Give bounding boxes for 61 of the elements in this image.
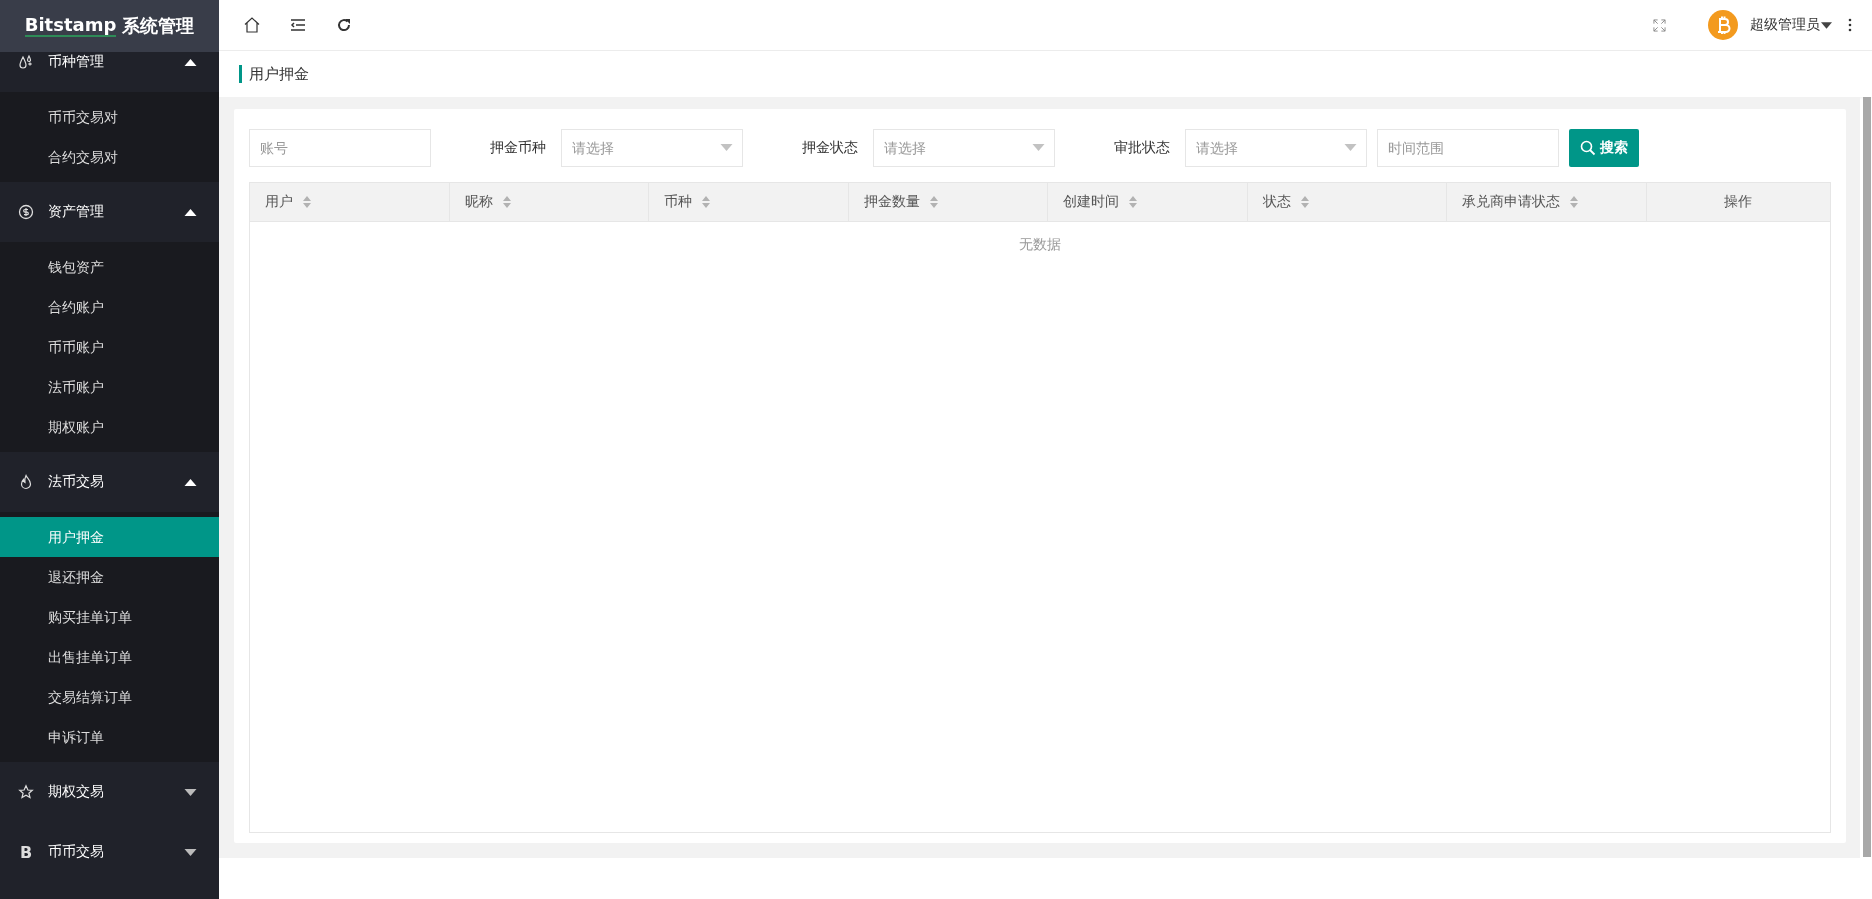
menu-item[interactable]: 钱包资产 (0, 247, 219, 287)
flame-icon (18, 474, 34, 490)
dollar-icon (18, 204, 34, 220)
drops-icon (18, 54, 34, 70)
fullscreen-icon[interactable] (1653, 18, 1666, 32)
menu-item[interactable]: 期权账户 (0, 407, 219, 447)
caret-down-icon (184, 848, 197, 856)
coin-icon (1708, 10, 1738, 40)
input-field[interactable]: 账号 (249, 129, 431, 167)
caret-down-icon (184, 788, 197, 796)
search-icon (1580, 140, 1596, 156)
caret-up-icon (184, 478, 197, 486)
filter-label: 押金币种 (489, 139, 547, 157)
column-header[interactable]: 用户 (250, 183, 450, 221)
menu-item[interactable]: 购买挂单订单 (0, 597, 219, 637)
column-header[interactable]: 昵称 (449, 183, 649, 221)
menu-item[interactable]: 币币账户 (0, 327, 219, 367)
sort-icon[interactable] (303, 196, 311, 208)
search-button[interactable]: 搜索 (1569, 129, 1639, 167)
sort-icon[interactable] (1570, 196, 1578, 208)
menu-item[interactable]: 交易结算订单 (0, 677, 219, 717)
letter-icon: B (18, 842, 34, 862)
logo-title: 系统管理 (122, 14, 195, 38)
menu-item[interactable]: 法币账户 (0, 367, 219, 407)
column-header[interactable]: 押金数量 (848, 183, 1048, 221)
column-header[interactable]: 创建时间 (1048, 183, 1248, 221)
menu-item[interactable]: 用户押金 (0, 517, 219, 557)
sort-icon[interactable] (502, 196, 511, 208)
column-header[interactable]: 承兑商申请状态 (1447, 183, 1647, 221)
caret-up-icon (184, 208, 197, 216)
column-header[interactable]: 币种 (649, 183, 849, 221)
select-field[interactable]: 请选择 (1185, 129, 1367, 167)
sort-icon[interactable] (1129, 196, 1137, 208)
menu-item[interactable]: 合约账户 (0, 287, 219, 327)
menu-item[interactable]: 退还押金 (0, 557, 219, 597)
star-icon (18, 784, 34, 800)
menu-item[interactable]: 合约交易对 (0, 137, 219, 177)
sort-icon[interactable] (702, 196, 710, 208)
home-icon[interactable] (243, 16, 261, 34)
empty-message: 无数据 (1018, 235, 1062, 254)
sort-icon[interactable] (1300, 196, 1309, 208)
input-field[interactable]: 时间范围 (1377, 129, 1559, 167)
more-icon[interactable] (1848, 18, 1852, 32)
select-field[interactable]: 请选择 (873, 129, 1055, 167)
sort-icon[interactable] (929, 196, 938, 208)
filter-label: 审批状态 (1113, 139, 1171, 157)
brand-logo: Bitstamp (24, 15, 117, 37)
menu-item[interactable]: 出售挂单订单 (0, 637, 219, 677)
refresh-icon[interactable] (335, 16, 353, 34)
menu-item[interactable]: 币币交易对 (0, 97, 219, 137)
user-menu[interactable]: 超级管理员 (1750, 16, 1820, 34)
page-title: 用户押金 (239, 65, 309, 83)
select-field[interactable]: 请选择 (561, 129, 743, 167)
filter-label: 押金状态 (801, 139, 859, 157)
menu-icon[interactable] (289, 16, 307, 34)
column-header: 操作 (1723, 192, 1754, 211)
scrollbar[interactable] (1863, 97, 1871, 857)
caret-down-icon[interactable] (1821, 21, 1832, 29)
caret-up-icon (184, 58, 197, 66)
column-header[interactable]: 状态 (1247, 183, 1447, 221)
menu-item[interactable]: 申诉订单 (0, 717, 219, 757)
